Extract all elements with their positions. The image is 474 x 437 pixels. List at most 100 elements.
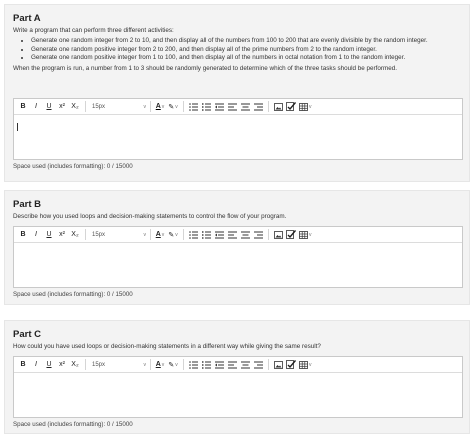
part-title: Part B [13, 199, 41, 210]
insert-image-button[interactable] [273, 359, 283, 371]
chevron-down-icon: v [161, 361, 165, 368]
answer-textarea[interactable] [14, 373, 462, 417]
font-size-value: 15px [92, 361, 106, 368]
subscript-button[interactable]: X₂ [70, 359, 80, 371]
toolbar-divider [85, 229, 86, 240]
answer-editor[interactable]: B I U x² X₂ 15px v Av ✎ v v [13, 356, 463, 418]
font-color-icon: A [155, 103, 161, 110]
subscript-button[interactable]: X₂ [70, 229, 80, 241]
font-color-button[interactable]: Av [155, 229, 165, 241]
align-right-icon [253, 361, 263, 368]
font-size-select[interactable]: 15px v [90, 359, 148, 370]
italic-button[interactable]: I [31, 101, 41, 113]
align-center-icon [240, 103, 250, 110]
toolbar-divider [150, 229, 151, 240]
numbered-list-icon [201, 360, 211, 369]
part-prompt: Describe how you used loops and decision… [13, 213, 287, 220]
chevron-down-icon: v [161, 103, 165, 110]
spellcheck-button[interactable] [286, 229, 296, 241]
part-b-panel: Part B Describe how you used loops and d… [4, 190, 470, 305]
highlight-color-button[interactable]: ✎ v [168, 101, 178, 113]
table-icon [299, 230, 308, 239]
prompt-bullet: Generate one random integer from 2 to 10… [31, 37, 461, 45]
chevron-down-icon: v [309, 103, 312, 110]
numbered-list-icon [201, 102, 211, 111]
align-center-button[interactable] [240, 359, 250, 371]
chevron-down-icon: v [175, 103, 178, 110]
align-right-button[interactable] [253, 359, 263, 371]
answer-editor[interactable]: B I U x² X₂ 15px v Av ✎ v v [13, 98, 463, 160]
align-right-button[interactable] [253, 101, 263, 113]
insert-table-button[interactable]: v [299, 359, 312, 371]
outdent-icon [214, 361, 224, 368]
highlight-color-button[interactable]: ✎ v [168, 359, 178, 371]
bold-button[interactable]: B [18, 101, 28, 113]
toolbar-divider [268, 101, 269, 112]
insert-image-button[interactable] [273, 229, 283, 241]
editor-toolbar: B I U x² X₂ 15px v Av ✎ v v [14, 357, 462, 373]
space-used-counter: Space used (includes formatting): 0 / 15… [13, 163, 133, 170]
chevron-down-icon: v [143, 103, 147, 110]
bulleted-list-button[interactable] [188, 229, 198, 241]
answer-editor[interactable]: B I U x² X₂ 15px v Av ✎ v v [13, 226, 463, 288]
space-used-counter: Space used (includes formatting): 0 / 15… [13, 291, 133, 298]
spellcheck-button[interactable] [286, 359, 296, 371]
subscript-button[interactable]: X₂ [70, 101, 80, 113]
font-color-icon: A [155, 231, 161, 238]
outdent-icon [214, 231, 224, 238]
image-icon [273, 102, 283, 111]
highlight-icon: ✎ [168, 231, 175, 239]
underline-button[interactable]: U [44, 101, 54, 113]
font-size-value: 15px [92, 231, 106, 238]
toolbar-divider [268, 229, 269, 240]
numbered-list-button[interactable] [201, 359, 211, 371]
answer-textarea[interactable] [14, 115, 462, 159]
chevron-down-icon: v [161, 231, 165, 238]
underline-button[interactable]: U [44, 229, 54, 241]
align-left-button[interactable] [227, 101, 237, 113]
font-color-button[interactable]: Av [155, 359, 165, 371]
italic-button[interactable]: I [31, 229, 41, 241]
answer-textarea[interactable] [14, 243, 462, 287]
outdent-button[interactable] [214, 229, 224, 241]
numbered-list-button[interactable] [201, 229, 211, 241]
superscript-button[interactable]: x² [57, 359, 67, 371]
align-center-button[interactable] [240, 101, 250, 113]
insert-table-button[interactable]: v [299, 229, 312, 241]
spellcheck-icon [286, 102, 296, 111]
bold-button[interactable]: B [18, 229, 28, 241]
chevron-down-icon: v [143, 361, 147, 368]
outdent-button[interactable] [214, 359, 224, 371]
chevron-down-icon: v [309, 231, 312, 238]
font-size-select[interactable]: 15px v [90, 101, 148, 112]
bulleted-list-icon [188, 102, 198, 111]
part-title: Part C [13, 329, 41, 340]
bulleted-list-button[interactable] [188, 359, 198, 371]
outdent-button[interactable] [214, 101, 224, 113]
align-right-icon [253, 103, 263, 110]
align-left-button[interactable] [227, 359, 237, 371]
align-right-button[interactable] [253, 229, 263, 241]
font-color-button[interactable]: Av [155, 101, 165, 113]
bold-button[interactable]: B [18, 359, 28, 371]
underline-button[interactable]: U [44, 359, 54, 371]
insert-image-button[interactable] [273, 101, 283, 113]
toolbar-divider [183, 359, 184, 370]
align-center-icon [240, 361, 250, 368]
spellcheck-button[interactable] [286, 101, 296, 113]
align-left-button[interactable] [227, 229, 237, 241]
bulleted-list-button[interactable] [188, 101, 198, 113]
italic-button[interactable]: I [31, 359, 41, 371]
table-icon [299, 102, 308, 111]
toolbar-divider [183, 101, 184, 112]
highlight-color-button[interactable]: ✎ v [168, 229, 178, 241]
numbered-list-button[interactable] [201, 101, 211, 113]
superscript-button[interactable]: x² [57, 101, 67, 113]
prompt-bullet-list: Generate one random integer from 2 to 10… [13, 37, 461, 62]
editor-toolbar: B I U x² X₂ 15px v Av ✎ v v [14, 227, 462, 243]
font-size-select[interactable]: 15px v [90, 229, 148, 240]
insert-table-button[interactable]: v [299, 101, 312, 113]
numbered-list-icon [201, 230, 211, 239]
align-center-button[interactable] [240, 229, 250, 241]
superscript-button[interactable]: x² [57, 229, 67, 241]
